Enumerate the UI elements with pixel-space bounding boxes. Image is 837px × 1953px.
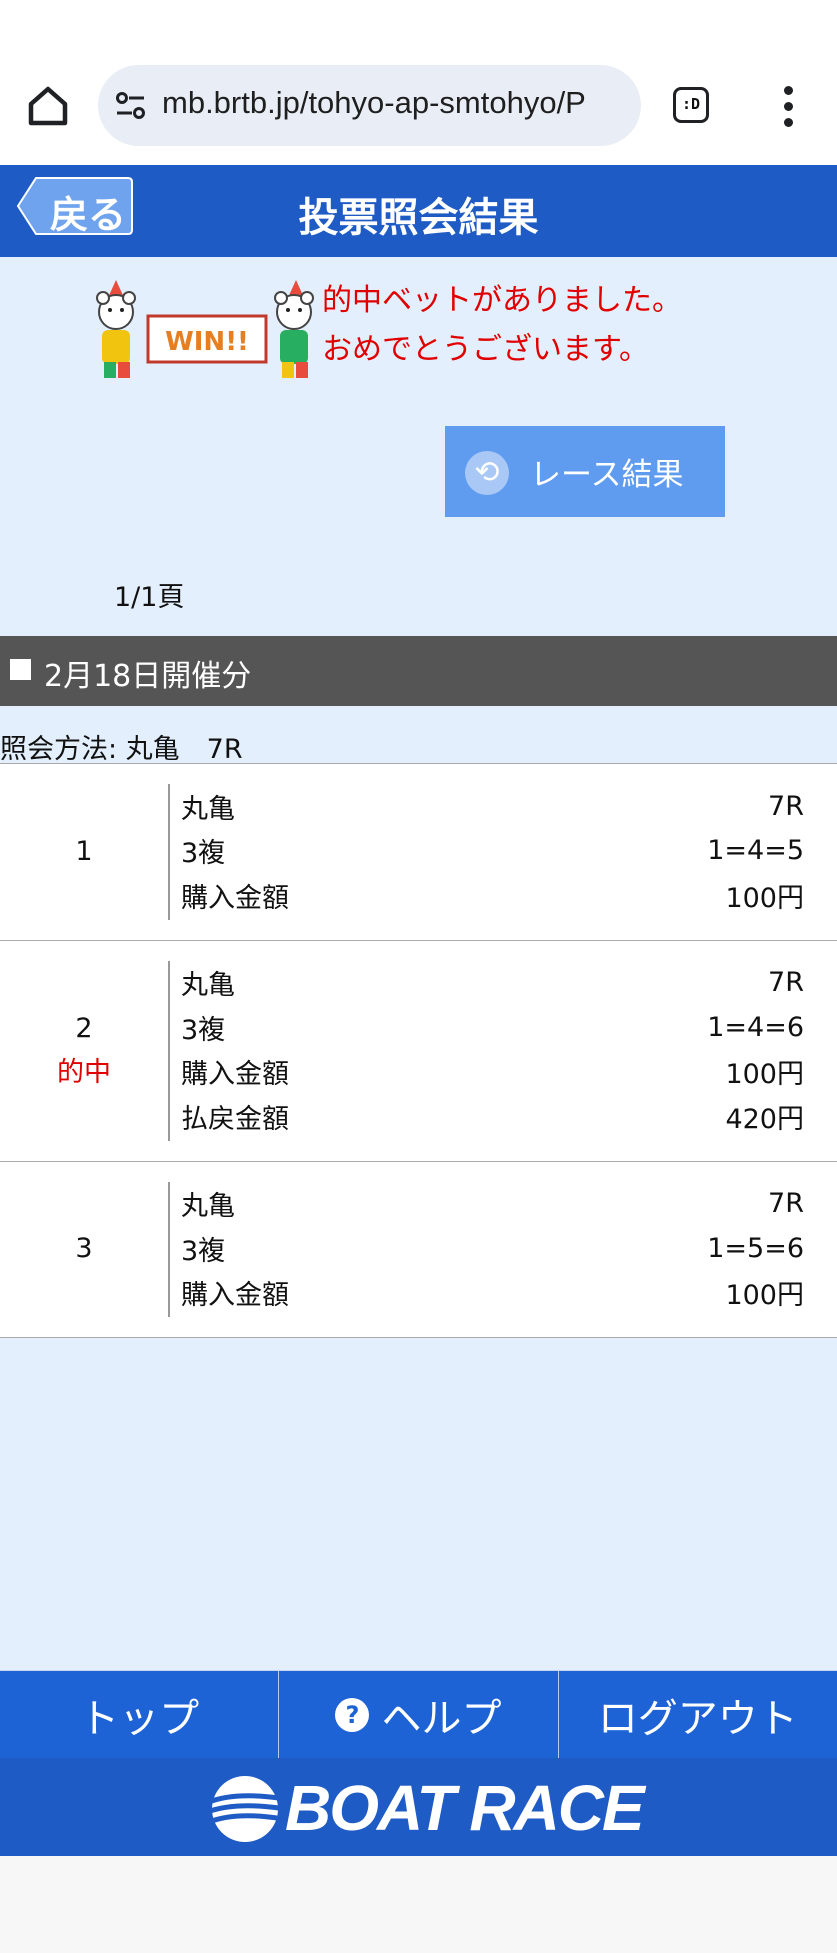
bet-index: 1 bbox=[0, 764, 168, 940]
browser-bottom-area bbox=[0, 1856, 837, 1953]
win-message: 的中ベットがありました。 おめでとうございます。 bbox=[322, 276, 682, 374]
date-section-label: 2月18日開催分 bbox=[44, 659, 252, 694]
boatrace-logo-text: BOAT RACE bbox=[285, 1772, 645, 1844]
bet-value: 100円 bbox=[725, 882, 804, 914]
bet-line: 3複 1=4=6 bbox=[181, 1005, 804, 1050]
bet-value: 100円 bbox=[725, 1059, 804, 1091]
bet-value: 1=4=6 bbox=[707, 1011, 804, 1043]
page-counter: 1/1頁 bbox=[114, 582, 185, 613]
bet-line: 3複 1=5=6 bbox=[181, 1226, 804, 1271]
page-content: 戻る 投票照会結果 WIN!! 的中ベットがありました。 おめでとうございます。… bbox=[0, 165, 837, 1856]
date-section-header: 2月18日開催分 bbox=[0, 636, 837, 706]
nav-help-button[interactable]: ? ヘルプ bbox=[279, 1671, 559, 1759]
bet-value: 420円 bbox=[725, 1103, 804, 1135]
bet-number: 3 bbox=[75, 1233, 93, 1265]
nav-logout-button[interactable]: ログアウト bbox=[559, 1671, 837, 1759]
bet-label: 丸亀 bbox=[181, 1191, 235, 1223]
home-icon[interactable] bbox=[26, 84, 70, 128]
browser-toolbar: mb.brtb.jp/tohyo-ap-smtohyo/P :D bbox=[0, 0, 837, 165]
divider bbox=[168, 1181, 170, 1317]
race-result-label: レース結果 bbox=[530, 457, 684, 493]
win-message-line-1: 的中ベットがありました。 bbox=[322, 283, 682, 318]
win-message-line-2: おめでとうございます。 bbox=[322, 332, 649, 367]
app-header: 戻る 投票照会結果 bbox=[0, 165, 837, 257]
square-bullet-icon bbox=[10, 659, 31, 680]
bet-label: 3複 bbox=[181, 1014, 226, 1046]
bet-label: 購入金額 bbox=[181, 1059, 289, 1091]
bet-line: 払戻金額 420円 bbox=[181, 1094, 804, 1139]
address-bar[interactable]: mb.brtb.jp/tohyo-ap-smtohyo/P bbox=[98, 65, 641, 146]
bet-row: 2 的中 丸亀 7R 3複 1=4=6 購入金額 100円 払戻金額 420円 bbox=[0, 941, 837, 1162]
bet-line: 3複 1=4=5 bbox=[181, 829, 804, 874]
bet-value: 1=5=6 bbox=[707, 1232, 804, 1264]
bet-line: 購入金額 100円 bbox=[181, 1050, 804, 1095]
bet-label: 丸亀 bbox=[181, 970, 235, 1002]
bet-label: 払戻金額 bbox=[181, 1103, 289, 1135]
bet-number: 1 bbox=[75, 835, 93, 867]
bet-value: 7R bbox=[768, 1188, 804, 1220]
hit-badge: 的中 bbox=[57, 1056, 111, 1088]
nav-help-label: ヘルプ bbox=[381, 1696, 502, 1742]
bottom-nav: トップ ? ヘルプ ログアウト bbox=[0, 1670, 837, 1759]
query-method: 照会方法: 丸亀 7R bbox=[0, 734, 243, 765]
more-vert-icon[interactable] bbox=[778, 86, 798, 128]
bet-label: 丸亀 bbox=[181, 793, 235, 825]
divider bbox=[168, 960, 170, 1141]
bet-value: 100円 bbox=[725, 1280, 804, 1312]
bet-label: 購入金額 bbox=[181, 882, 289, 914]
bet-line: 購入金額 100円 bbox=[181, 1271, 804, 1316]
url-text[interactable]: mb.brtb.jp/tohyo-ap-smtohyo/P bbox=[162, 85, 586, 121]
divider bbox=[168, 784, 170, 920]
bet-line: 丸亀 7R bbox=[181, 961, 804, 1006]
win-sign-text: WIN!! bbox=[165, 327, 249, 357]
bet-label: 購入金額 bbox=[181, 1280, 289, 1312]
undo-icon: ⟲ bbox=[465, 451, 509, 495]
win-mascot-illustration: WIN!! bbox=[96, 280, 314, 378]
bet-row: 3 丸亀 7R 3複 1=5=6 購入金額 100円 bbox=[0, 1162, 837, 1338]
bet-index: 2 的中 bbox=[0, 941, 168, 1161]
bet-details: 丸亀 7R 3複 1=4=6 購入金額 100円 払戻金額 420円 bbox=[181, 941, 837, 1161]
bet-value: 7R bbox=[768, 967, 804, 999]
bet-number: 2 bbox=[75, 1012, 93, 1044]
page-title: 投票照会結果 bbox=[298, 195, 539, 241]
nav-top-button[interactable]: トップ bbox=[0, 1671, 280, 1759]
bet-details: 丸亀 7R 3複 1=5=6 購入金額 100円 bbox=[181, 1162, 837, 1338]
tab-switcher-icon[interactable]: :D bbox=[673, 87, 709, 123]
bet-line: 丸亀 7R bbox=[181, 1182, 804, 1227]
boatrace-logo-mark-icon bbox=[206, 1776, 280, 1842]
nav-logout-label: ログアウト bbox=[597, 1696, 798, 1742]
bet-value: 7R bbox=[768, 790, 804, 822]
bet-label: 3複 bbox=[181, 838, 226, 870]
help-icon: ? bbox=[335, 1698, 370, 1732]
bet-list: 1 丸亀 7R 3複 1=4=5 購入金額 100円 2 的中 丸亀 7R 3複 1=4=… bbox=[0, 763, 837, 1338]
site-settings-icon[interactable] bbox=[114, 89, 148, 123]
bet-index: 3 bbox=[0, 1162, 168, 1338]
bet-label: 3複 bbox=[181, 1235, 226, 1267]
bet-line: 丸亀 7R bbox=[181, 784, 804, 829]
bet-row: 1 丸亀 7R 3複 1=4=5 購入金額 100円 bbox=[0, 764, 837, 941]
bet-details: 丸亀 7R 3複 1=4=5 購入金額 100円 bbox=[181, 764, 837, 940]
bet-line: 購入金額 100円 bbox=[181, 873, 804, 918]
brand-footer: BOAT RACE bbox=[0, 1758, 837, 1856]
bet-value: 1=4=5 bbox=[707, 835, 804, 867]
race-result-button[interactable]: ⟲ レース結果 bbox=[445, 426, 725, 517]
nav-top-label: トップ bbox=[79, 1696, 200, 1742]
